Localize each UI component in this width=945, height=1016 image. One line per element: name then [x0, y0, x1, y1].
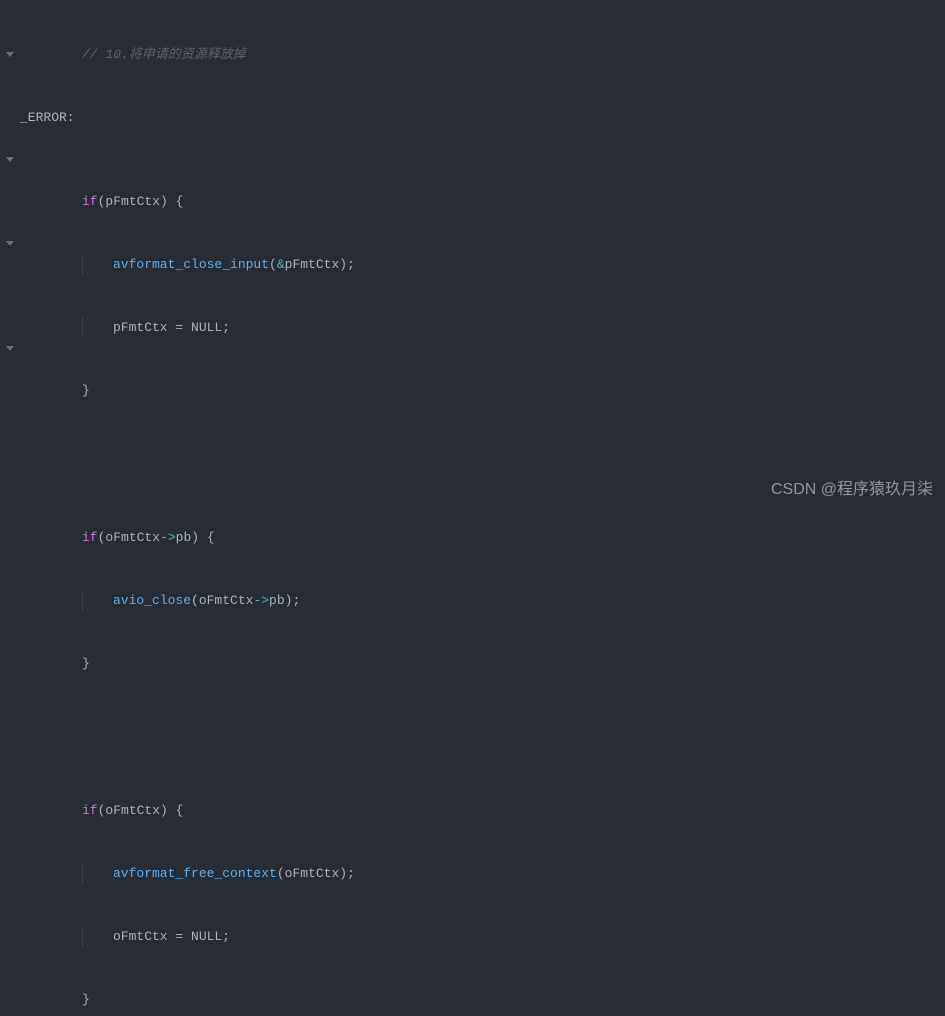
func-call: avio_close: [113, 593, 191, 608]
fold-indicator-icon[interactable]: [6, 52, 14, 57]
keyword-if: if: [82, 194, 98, 209]
func-call: avformat_close_input: [113, 257, 269, 272]
keyword-if: if: [82, 803, 98, 818]
keyword-if: if: [82, 530, 98, 545]
code-editor[interactable]: // 10.将申请的资源释放掉 _ERROR: if(pFmtCtx) { av…: [0, 0, 945, 1016]
watermark: CSDN @程序猿玖月柒: [771, 479, 933, 500]
func-call: avformat_free_context: [113, 866, 277, 881]
comment: // 10.将申请的资源释放掉: [82, 47, 246, 62]
fold-gutter: [0, 2, 20, 1016]
fold-indicator-icon[interactable]: [6, 157, 14, 162]
label: _ERROR:: [20, 110, 75, 125]
fold-indicator-icon[interactable]: [6, 346, 14, 351]
code-area[interactable]: // 10.将申请的资源释放掉 _ERROR: if(pFmtCtx) { av…: [20, 2, 945, 1016]
fold-indicator-icon[interactable]: [6, 241, 14, 246]
